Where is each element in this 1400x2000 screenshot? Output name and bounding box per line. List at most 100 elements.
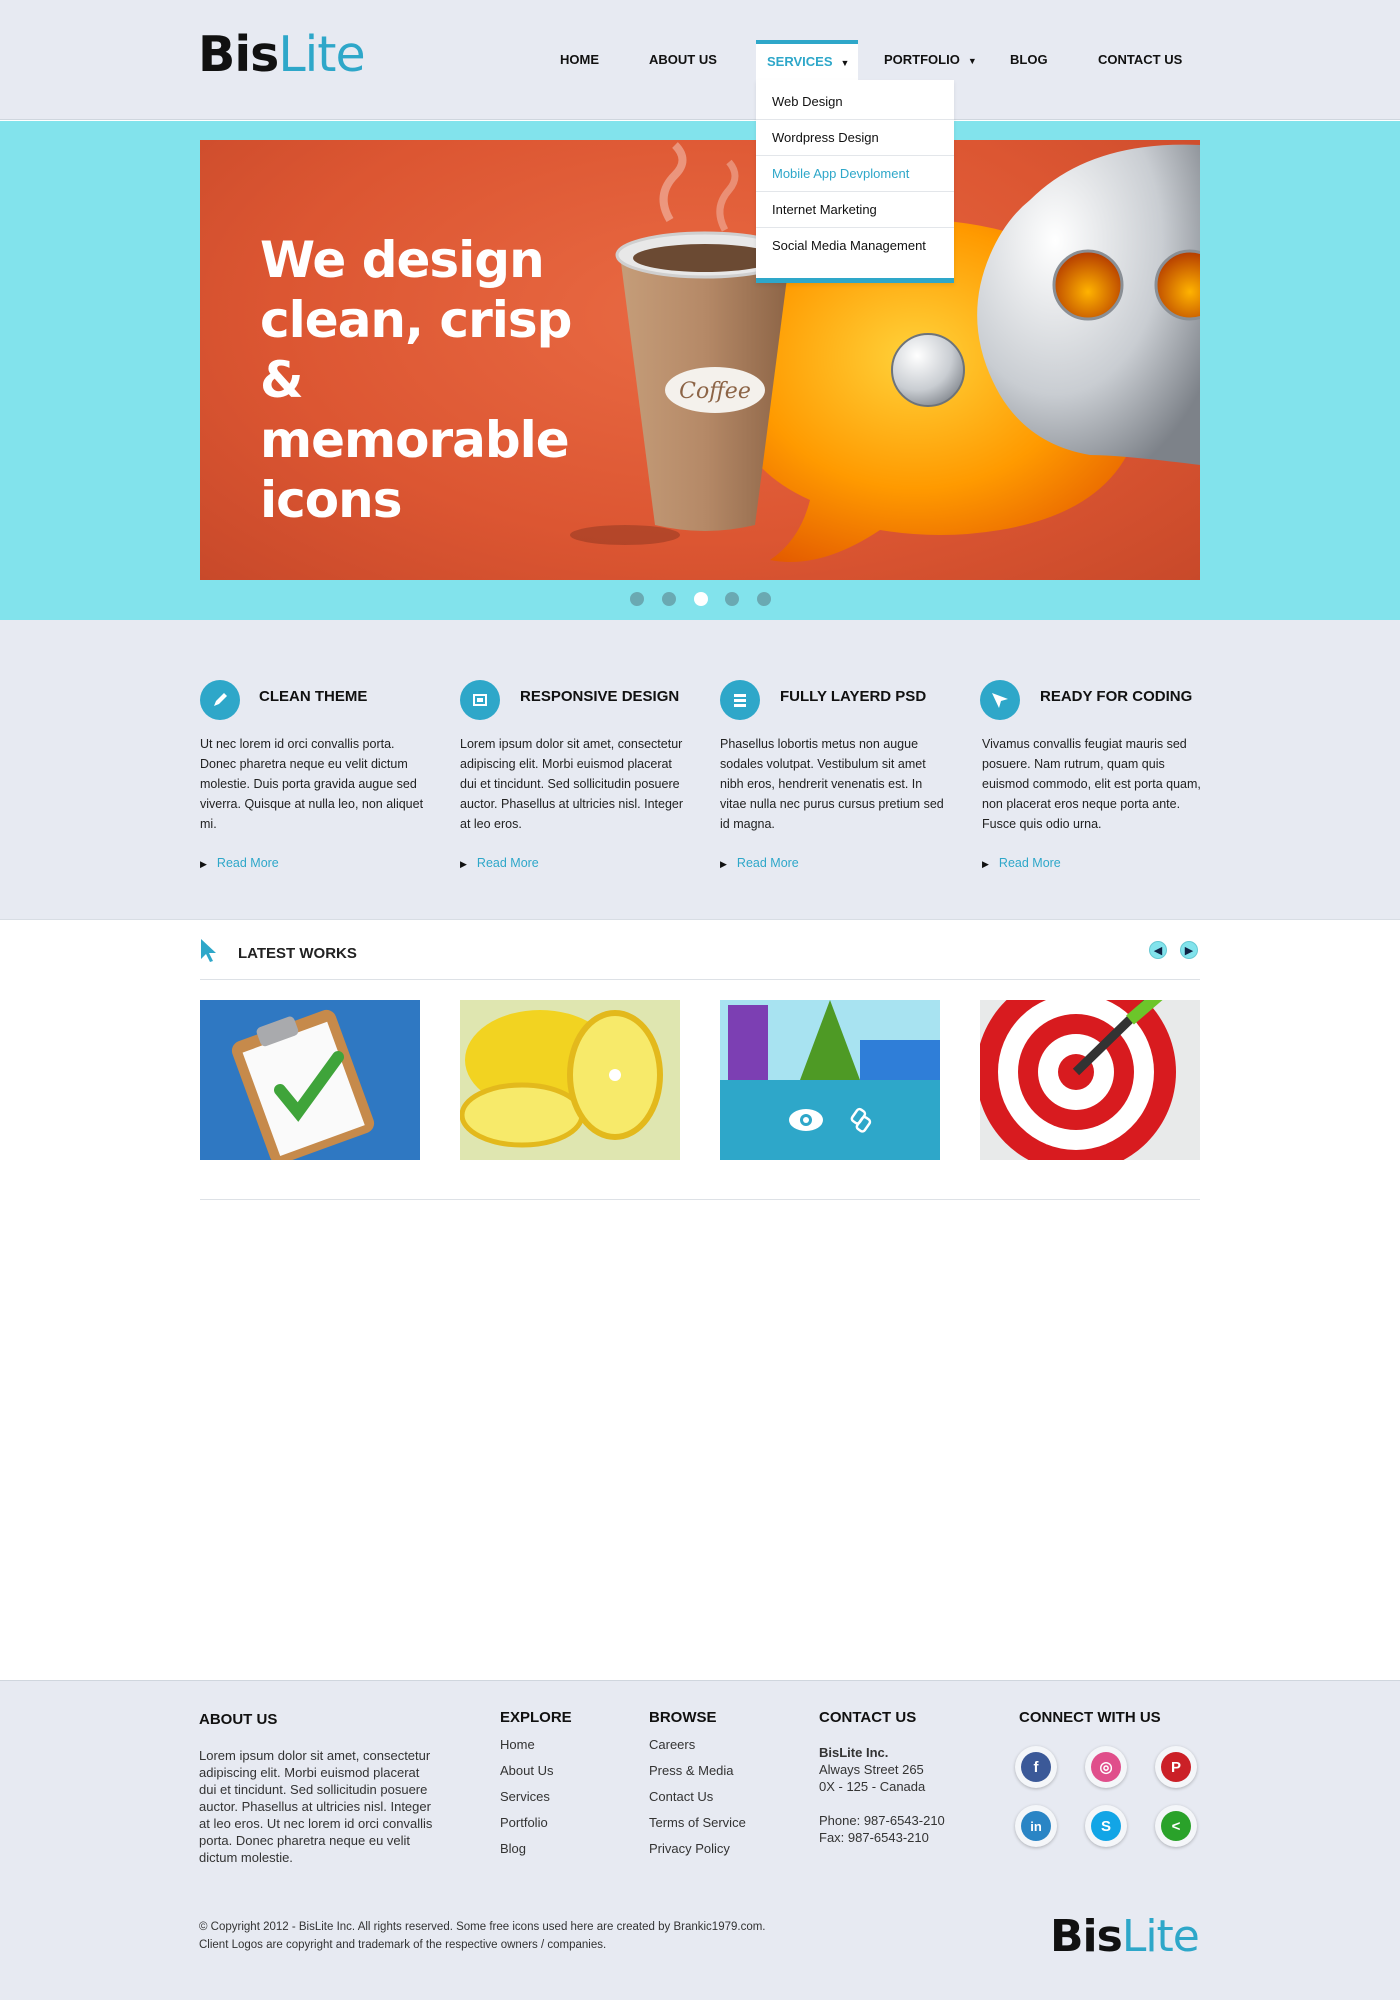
responsive-icon (460, 680, 500, 720)
company-name: BisLite Inc. (819, 1745, 889, 1760)
cursor-icon (201, 939, 216, 962)
skype-button[interactable]: S (1085, 1805, 1127, 1847)
cup-label: Coffee (679, 379, 751, 404)
footer-link-press[interactable]: Press & Media (649, 1758, 746, 1784)
site-logo[interactable]: BisLite (198, 26, 366, 84)
feature-title: FULLY LAYERD PSD (780, 688, 927, 705)
hero-illustration: Coffee (570, 142, 1200, 562)
read-more-label: Read More (998, 856, 1061, 870)
footer-link-blog[interactable]: Blog (500, 1836, 553, 1862)
slider-dot-4[interactable] (725, 592, 739, 606)
nav-about[interactable]: ABOUT US (649, 40, 717, 80)
feature-text: Phasellus lobortis metus non augue sodal… (720, 737, 944, 831)
slider-dot-2[interactable] (662, 592, 676, 606)
share-button[interactable]: < (1155, 1805, 1197, 1847)
dropdown-item-internet-marketing[interactable]: Internet Marketing (756, 192, 954, 228)
footer-logo[interactable]: BisLite (1050, 1911, 1200, 1962)
dribbble-button[interactable]: ◎ (1085, 1746, 1127, 1788)
dropdown-item-web-design[interactable]: Web Design (756, 84, 954, 120)
feature-text: Ut nec lorem id orci convallis porta. Do… (200, 737, 424, 831)
clipboard-checklist-image (200, 1000, 420, 1160)
footer-link-careers[interactable]: Careers (649, 1732, 746, 1758)
slider-dot-1[interactable] (630, 592, 644, 606)
read-more-link[interactable]: ▶ Read More (200, 856, 279, 870)
chevron-right-icon: ▶ (1184, 945, 1194, 957)
nav-home-label: HOME (560, 52, 599, 67)
feature-title: READY FOR CODING (1040, 688, 1193, 705)
work-item-clipboard[interactable] (200, 1000, 420, 1160)
footer-connect-title: CONNECT WITH US (1019, 1709, 1161, 1726)
hero-slide: We design clean, crisp & memorable icons… (200, 140, 1200, 580)
footer-link-home[interactable]: Home (500, 1732, 553, 1758)
address-street: Always Street 265 (819, 1762, 924, 1777)
footer-link-portfolio[interactable]: Portfolio (500, 1810, 553, 1836)
read-more-link[interactable]: ▶ Read More (982, 856, 1061, 870)
prev-arrow-button[interactable]: ◀ (1149, 941, 1167, 959)
footer-link-contact[interactable]: Contact Us (649, 1784, 746, 1810)
feature-text: Lorem ipsum dolor sit amet, consectetur … (460, 737, 684, 831)
footer-about-title: ABOUT US (199, 1711, 278, 1728)
footer-contact-block: BisLite Inc. Always Street 265 0X - 125 … (819, 1744, 945, 1846)
dropdown-item-mobile-app[interactable]: Mobile App Devploment (756, 156, 954, 192)
read-more-label: Read More (216, 856, 279, 870)
footer-link-terms[interactable]: Terms of Service (649, 1810, 746, 1836)
footer-link-services[interactable]: Services (500, 1784, 553, 1810)
read-more-link[interactable]: ▶ Read More (460, 856, 539, 870)
footer-explore-title: EXPLORE (500, 1709, 572, 1726)
facebook-button[interactable]: f (1015, 1746, 1057, 1788)
nav-home[interactable]: HOME (560, 40, 599, 80)
eye-icon[interactable] (789, 1109, 823, 1131)
work-item-lemon[interactable] (460, 1000, 680, 1160)
footer-browse-title: BROWSE (649, 1709, 717, 1726)
facebook-icon: f (1021, 1752, 1051, 1782)
target-dart-image (980, 1000, 1200, 1160)
work-item-3d-shapes[interactable] (720, 1000, 940, 1160)
feature-title: CLEAN THEME (259, 688, 368, 705)
nav-blog[interactable]: BLOG (1010, 40, 1048, 80)
feature-text: Vivamus convallis feugiat mauris sed pos… (982, 737, 1201, 831)
read-more-link[interactable]: ▶ Read More (720, 856, 799, 870)
linkedin-button[interactable]: in (1015, 1805, 1057, 1847)
3d-shapes-image (720, 1000, 940, 1160)
nav-portfolio-label: PORTFOLIO (884, 52, 960, 67)
nav-contact[interactable]: CONTACT US (1098, 40, 1182, 80)
lemon-image (460, 1000, 680, 1160)
copyright-line-2: Client Logos are copyright and trademark… (199, 1939, 607, 1951)
dropdown-item-social-media[interactable]: Social Media Management (756, 228, 954, 264)
read-more-label: Read More (476, 856, 539, 870)
next-arrow-button[interactable]: ▶ (1180, 941, 1198, 959)
nav-about-label: ABOUT US (649, 52, 717, 67)
copyright-line-1: © Copyright 2012 - BisLite Inc. All righ… (199, 1921, 766, 1933)
paper-plane-icon (980, 680, 1020, 720)
share-icon: < (1161, 1811, 1191, 1841)
slider-dot-5[interactable] (757, 592, 771, 606)
chevron-left-icon: ◀ (1153, 945, 1163, 957)
address-city: 0X - 125 - Canada (819, 1779, 926, 1794)
logo-bold-text: Bis (1050, 1911, 1123, 1962)
logo-bold-text: Bis (198, 26, 279, 83)
feature-title: RESPONSIVE DESIGN (520, 688, 680, 705)
chevron-right-icon: ▶ (200, 859, 207, 869)
nav-contact-label: CONTACT US (1098, 52, 1183, 67)
pinterest-button[interactable]: P (1155, 1746, 1197, 1788)
slider-dot-3[interactable] (694, 592, 708, 606)
chevron-down-icon: ▼ (967, 56, 977, 66)
pencil-icon (200, 680, 240, 720)
footer-link-privacy[interactable]: Privacy Policy (649, 1836, 746, 1862)
footer-explore-links: Home About Us Services Portfolio Blog (500, 1732, 553, 1862)
footer-link-about[interactable]: About Us (500, 1758, 553, 1784)
read-more-label: Read More (736, 856, 799, 870)
pinterest-icon: P (1161, 1752, 1191, 1782)
nav-portfolio[interactable]: PORTFOLIO ▼ (884, 40, 977, 80)
nav-services-label: SERVICES (767, 54, 833, 69)
nav-blog-label: BLOG (1010, 52, 1048, 67)
work-item-target[interactable] (980, 1000, 1200, 1160)
footer-contact-title: CONTACT US (819, 1709, 917, 1726)
skype-icon: S (1091, 1811, 1121, 1841)
nav-services[interactable]: SERVICES ▼ (756, 40, 858, 80)
latest-works-title: LATEST WORKS (238, 945, 357, 962)
divider (200, 1199, 1200, 1200)
linkedin-icon: in (1021, 1811, 1051, 1841)
dropdown-item-wordpress-design[interactable]: Wordpress Design (756, 120, 954, 156)
contact-phone: Phone: 987-6543-210 (819, 1813, 945, 1828)
